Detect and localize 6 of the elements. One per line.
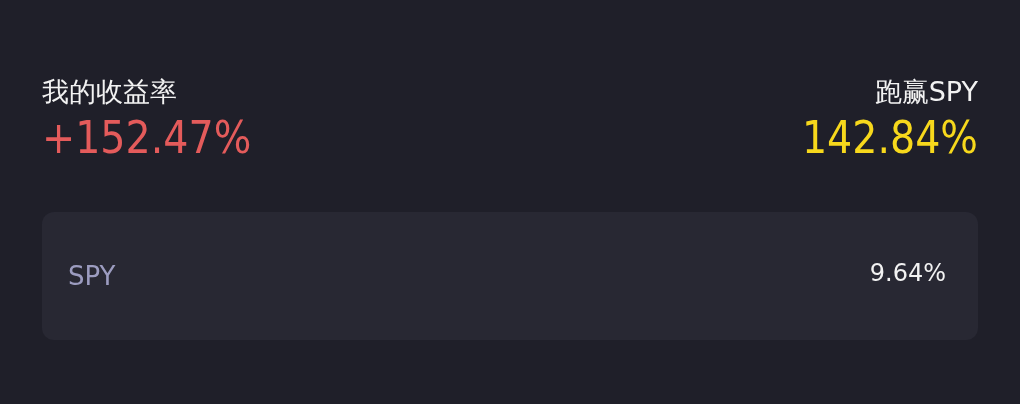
return-label: 我的收益率: [42, 75, 177, 109]
outperform-label: 跑赢SPY: [874, 75, 978, 109]
outperform-value: 142.84%: [801, 111, 978, 165]
benchmark-name: SPY: [68, 259, 116, 293]
return-value: +152.47%: [42, 111, 252, 165]
benchmark-value: 9.64%: [869, 258, 946, 289]
